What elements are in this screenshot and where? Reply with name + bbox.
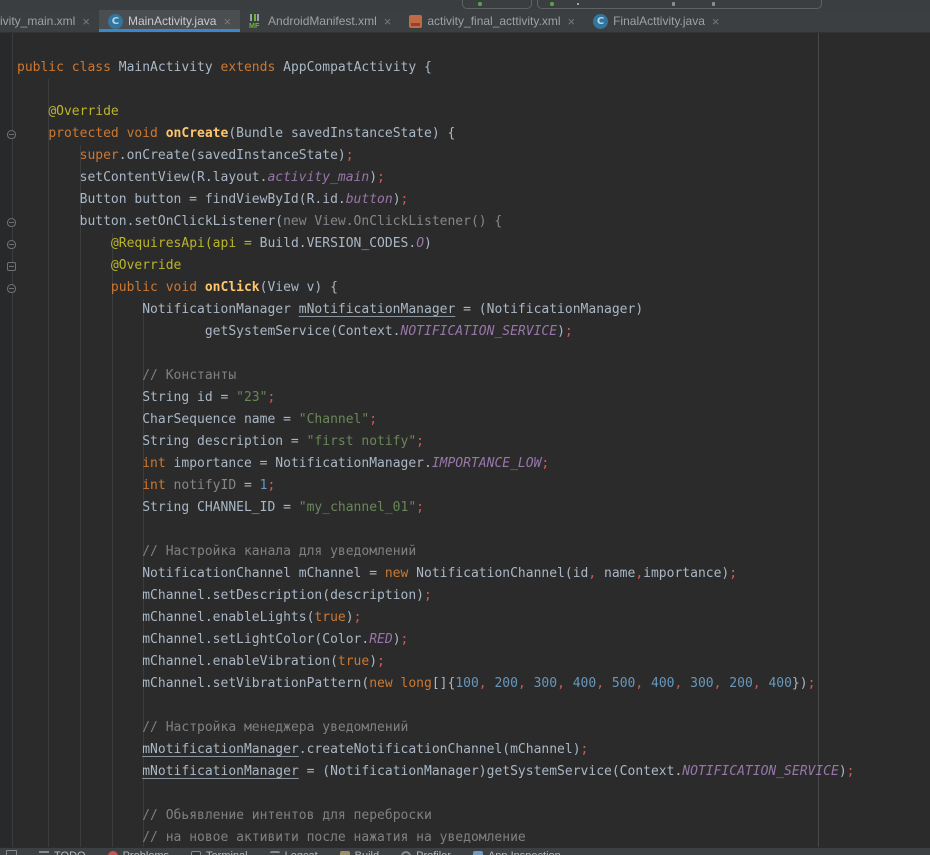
- code-line: mNotificationManager = (NotificationMana…: [17, 761, 930, 783]
- tab-label: ivity_main.xml: [0, 14, 75, 28]
- java-class-icon: C: [593, 14, 608, 29]
- code-line: @Override: [17, 255, 930, 277]
- toolwindow-logcat[interactable]: Logcat: [270, 850, 318, 855]
- code-line: [17, 79, 930, 101]
- code-line: mNotificationManager.createNotificationC…: [17, 739, 930, 761]
- toolwindow-label: App Inspection: [488, 850, 561, 855]
- code-line: mChannel.setDescription(description);: [17, 585, 930, 607]
- code-line: // Обьявление интентов для переброски: [17, 805, 930, 827]
- toolwindow-todo[interactable]: TODO: [39, 850, 86, 855]
- code-line: public class MainActivity extends AppCom…: [17, 57, 930, 79]
- active-tab-underline: [99, 29, 240, 32]
- code-line: mChannel.setVibrationPattern(new long[]{…: [17, 673, 930, 695]
- tab-label: MainActivity.java: [128, 14, 216, 28]
- toolwindow-label: Build: [355, 850, 379, 855]
- code-line: int importance = NotificationManager.IMP…: [17, 453, 930, 475]
- code-line: mChannel.setLightColor(Color.RED);: [17, 629, 930, 651]
- tab-activity-final-acttivity-xml[interactable]: activity_final_acttivity.xml ×: [400, 10, 584, 32]
- run-config-box-fragment: [462, 0, 532, 9]
- code-line: // Константы: [17, 365, 930, 387]
- code-line: protected void onCreate(Bundle savedInst…: [17, 123, 930, 145]
- tab-mainactivity-java[interactable]: C MainActivity.java ×: [99, 10, 240, 32]
- code-line: CharSequence name = "Channel";: [17, 409, 930, 431]
- code-line: @Override: [17, 101, 930, 123]
- close-icon[interactable]: ×: [223, 15, 231, 28]
- code-line: // Настройка канала для уведомлений: [17, 541, 930, 563]
- java-class-icon: C: [108, 14, 123, 29]
- code-line: [17, 519, 930, 541]
- code-line: // на новое активити после нажатия на ув…: [17, 827, 930, 847]
- tab-label: activity_final_acttivity.xml: [427, 14, 560, 28]
- code-line: [17, 783, 930, 805]
- profiler-icon: [401, 851, 411, 855]
- code-line: String description = "first notify";: [17, 431, 930, 453]
- code-text-area[interactable]: public class MainActivity extends AppCom…: [0, 33, 930, 847]
- code-line: button.setOnClickListener(new View.OnCli…: [17, 211, 930, 233]
- toolwindow-label: Terminal: [206, 850, 248, 855]
- code-line: [17, 343, 930, 365]
- editor-tab-bar: ivity_main.xml × C MainActivity.java × MF Andr…: [0, 10, 930, 33]
- toolbar-tick: [712, 2, 715, 6]
- run-dot-green: [478, 2, 482, 6]
- close-icon[interactable]: ×: [568, 15, 576, 28]
- code-line: [17, 695, 930, 717]
- layout-xml-icon: [409, 15, 422, 28]
- todo-icon: [39, 851, 49, 855]
- toolwindow-label: Profiler: [416, 850, 451, 855]
- build-icon: [340, 851, 350, 855]
- tab-finalacttivity-java[interactable]: C FinalActtivity.java ×: [584, 10, 728, 32]
- toolwindow-terminal[interactable]: Terminal: [191, 850, 248, 855]
- toolwindow-label: Logcat: [285, 850, 318, 855]
- code-line: NotificationChannel mChannel = new Notif…: [17, 563, 930, 585]
- ide-window: ivity_main.xml × C MainActivity.java × MF Andr…: [0, 0, 930, 855]
- code-line: String CHANNEL_ID = "my_channel_01";: [17, 497, 930, 519]
- close-icon[interactable]: ×: [712, 15, 720, 28]
- tab-androidmanifest-xml[interactable]: MF AndroidManifest.xml ×: [240, 10, 400, 32]
- code-line: // Настройка менеджера уведомлений: [17, 717, 930, 739]
- tab-label: FinalActtivity.java: [613, 14, 705, 28]
- toolwindow-bar: TODO Problems Terminal Logcat Build Profiler A…: [0, 847, 930, 855]
- tab-activity-main-xml[interactable]: ivity_main.xml ×: [0, 10, 99, 32]
- toolbar-tick: [672, 2, 675, 6]
- code-line: NotificationManager mNotificationManager…: [17, 299, 930, 321]
- code-line: getSystemService(Context.NOTIFICATION_SE…: [17, 321, 930, 343]
- toolwindow-label: Problems: [123, 850, 169, 855]
- manifest-icon: MF: [249, 14, 263, 28]
- close-icon[interactable]: ×: [384, 15, 392, 28]
- terminal-icon: [191, 851, 201, 855]
- code-line: @RequiresApi(api = Build.VERSION_CODES.O…: [17, 233, 930, 255]
- toolbar-dot: [577, 3, 579, 5]
- toolwindow-problems[interactable]: Problems: [108, 850, 169, 855]
- toolwindow-profiler[interactable]: Profiler: [401, 850, 451, 855]
- code-line: setContentView(R.layout.activity_main);: [17, 167, 930, 189]
- code-editor[interactable]: public class MainActivity extends AppCom…: [0, 33, 930, 847]
- code-line: int notifyID = 1;: [17, 475, 930, 497]
- toolwindow-app-inspection[interactable]: App Inspection: [473, 850, 561, 855]
- toolwindow-label: TODO: [54, 850, 86, 855]
- problems-icon: [108, 851, 118, 855]
- code-line: mChannel.enableLights(true);: [17, 607, 930, 629]
- logcat-icon: [270, 851, 280, 855]
- window-corner-icon[interactable]: [6, 850, 17, 855]
- app-inspection-icon: [473, 851, 483, 855]
- code-line: mChannel.enableVibration(true);: [17, 651, 930, 673]
- code-line: public void onClick(View v) {: [17, 277, 930, 299]
- launch-dot-green: [550, 2, 554, 6]
- code-line: String id = "23";: [17, 387, 930, 409]
- device-selector-box-fragment: [537, 0, 822, 9]
- tab-label: AndroidManifest.xml: [268, 14, 377, 28]
- close-icon[interactable]: ×: [82, 15, 90, 28]
- code-line: Button button = findViewById(R.id.button…: [17, 189, 930, 211]
- code-line: super.onCreate(savedInstanceState);: [17, 145, 930, 167]
- toolwindow-build[interactable]: Build: [340, 850, 379, 855]
